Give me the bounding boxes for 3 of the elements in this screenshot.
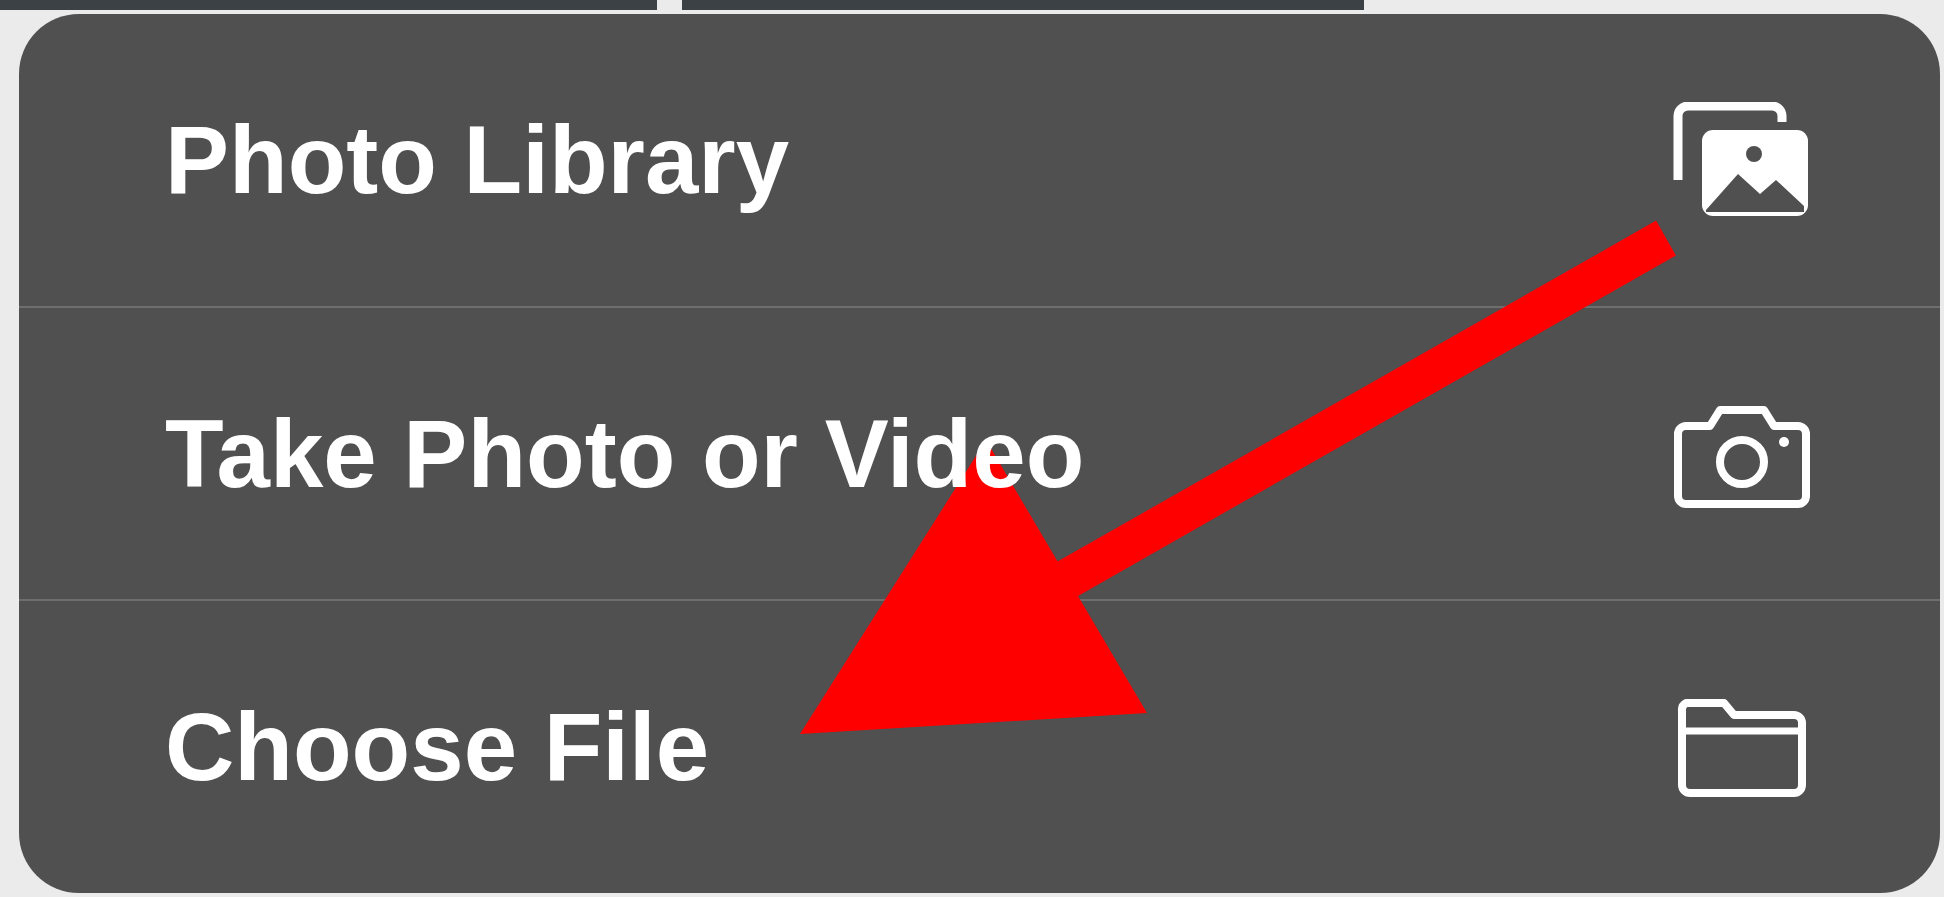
menu-item[interactable]: Photo Library xyxy=(19,14,1940,306)
menu-item[interactable]: Take Photo or Video xyxy=(19,307,1940,600)
menu-item[interactable]: Choose File xyxy=(19,601,1940,893)
